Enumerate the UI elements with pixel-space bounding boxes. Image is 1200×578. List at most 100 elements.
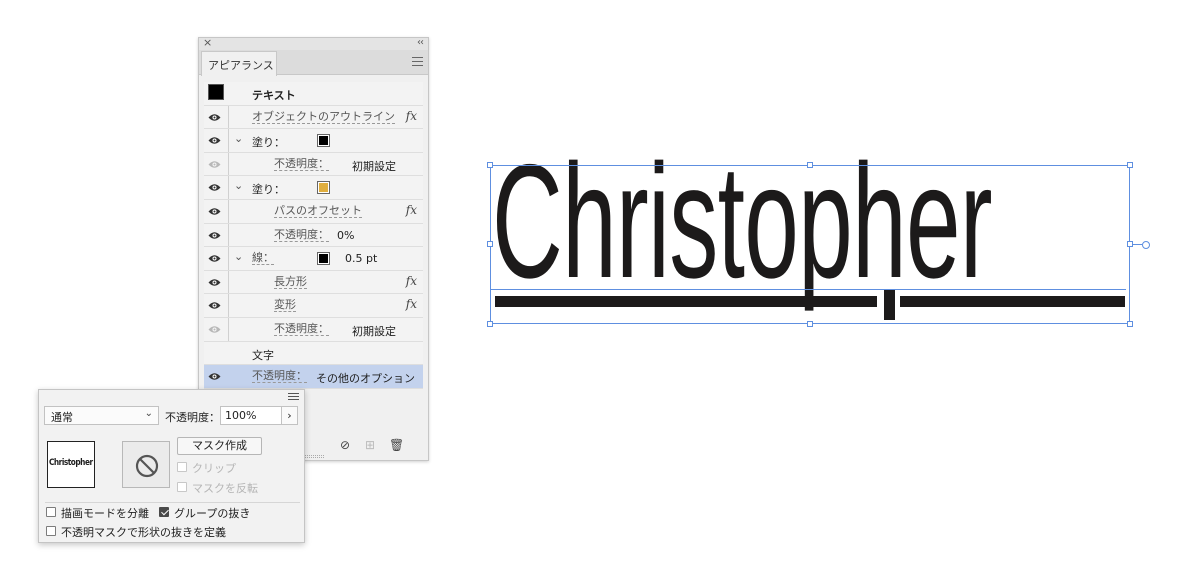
row-label: テキスト [252, 89, 296, 102]
fx-icon[interactable]: fx [406, 109, 417, 123]
clip-label: クリップ [192, 462, 236, 475]
eye-icon[interactable] [208, 372, 221, 381]
appearance-row-fill-black[interactable]: ⌄ 塗り： [204, 129, 423, 153]
clear-appearance-icon[interactable]: ⊘ [340, 438, 350, 452]
opacity-mask-knockout-checkbox[interactable] [46, 526, 56, 536]
eye-icon[interactable] [208, 183, 221, 192]
appearance-row-fill-yellow[interactable]: ⌄ 塗り： [204, 176, 423, 200]
isolate-blending-label: 描画モードを分離 [61, 507, 149, 520]
fx-icon[interactable]: fx [406, 203, 417, 217]
eye-icon[interactable] [208, 113, 221, 122]
selection-bounding-box [490, 165, 1130, 324]
appearance-row-opacity[interactable]: 不透明度： 初期設定 [204, 152, 423, 177]
row-value: 初期設定 [352, 159, 396, 173]
blend-mode-select[interactable]: 通常 ⌄ [44, 406, 159, 425]
text-out-port-handle[interactable] [1142, 241, 1150, 249]
appearance-row-offset-path[interactable]: パスのオフセット fx [204, 199, 423, 224]
stroke-weight[interactable]: 0.5 pt [345, 252, 377, 265]
row-label[interactable]: オブジェクトのアウトライン [252, 110, 395, 124]
row-label[interactable]: 変形 [274, 299, 296, 313]
row-label[interactable]: 長方形 [274, 275, 307, 289]
fill-swatch-yellow[interactable] [317, 181, 330, 195]
panel-menu-icon[interactable] [412, 57, 423, 66]
appearance-row-stroke[interactable]: ⌄ 線： 0.5 pt [204, 247, 423, 271]
appearance-row-opacity-selected[interactable]: 不透明度： その他のオプション [204, 365, 423, 389]
tab-appearance[interactable]: アピアランス [201, 51, 277, 76]
opacity-label: 不透明度： [165, 411, 220, 424]
row-value: 0% [337, 228, 355, 242]
appearance-row-opacity[interactable]: 不透明度： 0% [204, 223, 423, 248]
eye-icon[interactable] [208, 254, 221, 263]
panel-titlebar: × ‹‹ [199, 36, 428, 50]
appearance-row-characters[interactable]: 文字 [204, 342, 423, 366]
stroke-swatch[interactable] [317, 252, 330, 266]
opacity-arrow-button[interactable]: › [281, 406, 298, 425]
eye-icon[interactable] [208, 160, 221, 169]
text-thumbnail [208, 84, 224, 100]
knockout-group-label: グループの抜き [174, 507, 251, 520]
eye-icon[interactable] [208, 136, 221, 145]
appearance-row-rectangle[interactable]: 長方形 fx [204, 270, 423, 295]
chevron-down-icon[interactable]: ⌄ [234, 132, 243, 145]
row-label[interactable]: 不透明度： [274, 157, 329, 171]
handle-top-center[interactable] [807, 162, 813, 168]
eye-icon[interactable] [208, 231, 221, 240]
blend-mode-value: 通常 [51, 411, 73, 424]
appearance-list: テキスト オブジェクトのアウトライン fx ⌄ 塗り： 不透明度： 初期設定 ⌄… [204, 82, 423, 389]
handle-middle-right[interactable] [1127, 241, 1133, 247]
handle-middle-left[interactable] [487, 241, 493, 247]
row-label[interactable]: 線： [252, 252, 274, 266]
clip-checkbox[interactable] [177, 462, 187, 472]
handle-top-left[interactable] [487, 162, 493, 168]
row-label: 塗り： [252, 136, 285, 150]
handle-top-right[interactable] [1127, 162, 1133, 168]
divider [45, 502, 300, 503]
appearance-row-transform[interactable]: 変形 fx [204, 294, 423, 318]
close-icon[interactable]: × [203, 36, 212, 50]
thumbnail-text: Christopher [49, 458, 93, 468]
fx-icon[interactable]: fx [406, 297, 417, 311]
row-label[interactable]: 不透明度： [252, 370, 307, 384]
fill-swatch-black[interactable] [317, 134, 330, 148]
isolate-blending-checkbox[interactable] [46, 507, 56, 517]
handle-bottom-right[interactable] [1127, 321, 1133, 327]
mask-thumbnail[interactable] [122, 441, 170, 488]
duplicate-item-icon[interactable]: ⊞ [365, 438, 375, 452]
appearance-row-text[interactable]: テキスト [204, 82, 423, 106]
opacity-input[interactable]: 100% [220, 406, 282, 425]
baseline-guide [490, 289, 1126, 290]
no-mask-icon [135, 454, 159, 478]
make-mask-button[interactable]: マスク作成 [177, 437, 262, 455]
chevron-down-icon: ⌄ [144, 408, 153, 419]
handle-bottom-center[interactable] [807, 321, 813, 327]
row-label: 塗り： [252, 183, 285, 197]
list-menu-icon[interactable] [288, 393, 299, 402]
resize-grip[interactable] [304, 455, 324, 458]
row-label[interactable]: パスのオフセット [274, 204, 362, 218]
eye-icon[interactable] [208, 207, 221, 216]
chevron-down-icon[interactable]: ⌄ [234, 179, 243, 192]
handle-bottom-left[interactable] [487, 321, 493, 327]
row-label: 文字 [252, 348, 274, 362]
trash-icon[interactable]: 🗑 [389, 438, 404, 452]
row-value: その他のオプション [316, 372, 415, 386]
invert-mask-checkbox[interactable] [177, 482, 187, 492]
collapse-icon[interactable]: ‹‹ [417, 36, 424, 50]
eye-icon[interactable] [208, 301, 221, 310]
eye-icon[interactable] [208, 325, 221, 334]
row-label[interactable]: 不透明度： [274, 322, 329, 336]
eye-icon[interactable] [208, 278, 221, 287]
chevron-down-icon[interactable]: ⌄ [234, 250, 243, 263]
tab-strip: アピアランス [199, 50, 428, 76]
fx-icon[interactable]: fx [406, 274, 417, 288]
row-value: 初期設定 [352, 324, 396, 338]
artboard-selection[interactable]: Christopher [487, 141, 1150, 327]
appearance-row-opacity[interactable]: 不透明度： 初期設定 [204, 317, 423, 342]
knockout-group-checkbox[interactable] [159, 507, 169, 517]
transparency-popup: 通常 ⌄ 不透明度： 100% › Christopher マスク作成 クリップ… [38, 389, 305, 543]
object-thumbnail[interactable]: Christopher [47, 441, 95, 488]
invert-mask-label: マスクを反転 [192, 482, 258, 495]
row-label[interactable]: 不透明度： [274, 228, 329, 242]
appearance-row-outline-object[interactable]: オブジェクトのアウトライン fx [204, 105, 423, 130]
opacity-mask-knockout-label: 不透明マスクで形状の抜きを定義 [61, 526, 226, 539]
